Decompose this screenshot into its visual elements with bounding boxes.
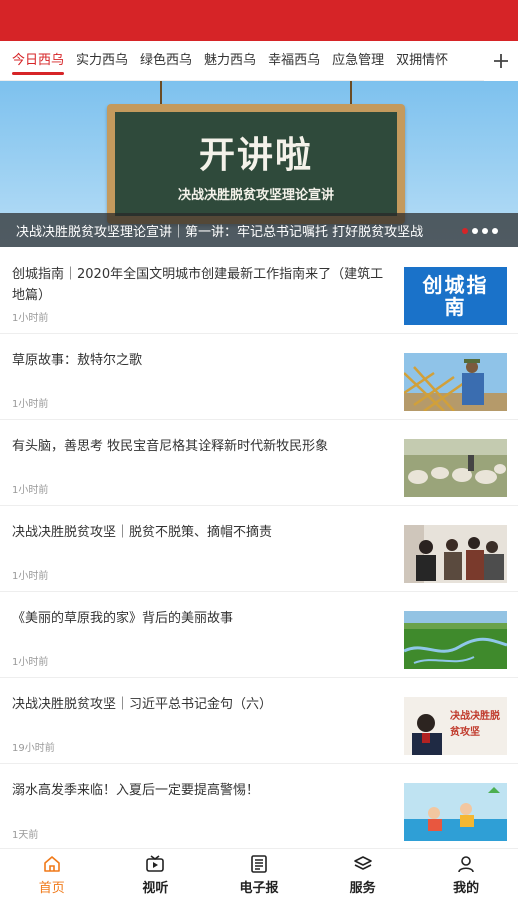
news-title: 决战决胜脱贫攻坚｜习近平总书记金句（六） xyxy=(12,697,273,712)
nav-epaper[interactable]: 电子报 xyxy=(207,849,311,900)
banner-caption: 决战决胜脱贫攻坚理论宣讲｜第一讲：牢记总书记嘱托 打好脱贫攻坚战 xyxy=(0,213,518,247)
tab-today-xiwu[interactable]: 今日西乌 xyxy=(12,42,65,80)
news-thumbnail: 决战决胜脱贫攻坚 xyxy=(404,697,507,755)
banner-board-title: 开讲啦 xyxy=(198,134,313,176)
nav-services[interactable]: 服务 xyxy=(311,849,415,900)
news-time: 19小时前 xyxy=(12,743,55,754)
tab-strength-xiwu[interactable]: 实力西乌 xyxy=(76,42,128,80)
plus-icon[interactable] xyxy=(484,41,518,81)
news-title: 决战决胜脱贫攻坚｜脱贫不脱策、摘帽不摘责 xyxy=(12,525,273,540)
news-time: 1小时前 xyxy=(12,313,49,324)
nav-video-label: 视听 xyxy=(142,881,169,896)
carousel-dot[interactable] xyxy=(462,228,468,234)
carousel-dots xyxy=(462,228,498,234)
news-thumbnail xyxy=(404,783,507,841)
news-item[interactable]: 决战决胜脱贫攻坚｜习近平总书记金句（六） 19小时前 决战决胜脱贫攻坚 xyxy=(0,678,518,764)
thumbnail-text: 决战决胜脱贫攻坚 xyxy=(450,711,500,738)
channel-tabs: 今日西乌 实力西乌 绿色西乌 魅力西乌 幸福西乌 应急管理 双拥情怀 xyxy=(0,41,518,81)
tab-green-xiwu[interactable]: 绿色西乌 xyxy=(140,42,192,80)
news-time: 1小时前 xyxy=(12,399,49,410)
news-list: 创城指南｜2020年全国文明城市创建最新工作指南来了（建筑工地篇） 1小时前 创… xyxy=(0,248,518,850)
nav-home[interactable]: 首页 xyxy=(0,849,104,900)
video-icon xyxy=(145,853,165,875)
news-title: 《美丽的草原我的家》背后的美丽故事 xyxy=(12,611,234,626)
news-thumbnail: 创城指南 xyxy=(404,267,507,325)
news-thumbnail xyxy=(404,525,507,583)
banner-board: 开讲啦 决战决胜脱贫攻坚理论宣讲 xyxy=(107,104,405,224)
nav-video[interactable]: 视听 xyxy=(104,849,208,900)
nav-services-label: 服务 xyxy=(349,881,376,896)
tab-double-support[interactable]: 双拥情怀 xyxy=(396,42,448,80)
news-item[interactable]: 决战决胜脱贫攻坚｜脱贫不脱策、摘帽不摘责 1小时前 xyxy=(0,506,518,592)
news-item[interactable]: 《美丽的草原我的家》背后的美丽故事 1小时前 xyxy=(0,592,518,678)
news-title: 草原故事：敖特尔之歌 xyxy=(12,353,143,368)
news-time: 1小时前 xyxy=(12,571,49,582)
banner-caption-text: 决战决胜脱贫攻坚理论宣讲｜第一讲：牢记总书记嘱托 打好脱贫攻坚战 xyxy=(16,224,424,240)
newspaper-icon xyxy=(250,853,268,875)
banner-carousel[interactable]: 开讲啦 决战决胜脱贫攻坚理论宣讲 决战决胜脱贫攻坚理论宣讲｜第一讲：牢记总书记嘱… xyxy=(0,81,518,247)
news-thumbnail xyxy=(404,353,507,411)
tab-charm-xiwu[interactable]: 魅力西乌 xyxy=(204,42,256,80)
carousel-dot[interactable] xyxy=(482,228,488,234)
nav-mine-label: 我的 xyxy=(453,881,480,896)
home-icon xyxy=(43,853,61,875)
news-title: 有头脑，善思考 牧民宝音尼格其诠释新时代新牧民形象 xyxy=(12,439,329,454)
news-thumbnail xyxy=(404,439,507,497)
carousel-dot[interactable] xyxy=(492,228,498,234)
news-time: 1天前 xyxy=(12,830,39,841)
nav-epaper-label: 电子报 xyxy=(239,881,279,896)
bottom-nav: 首页 视听 电子报 服务 我的 xyxy=(0,848,518,900)
news-item[interactable]: 草原故事：敖特尔之歌 1小时前 xyxy=(0,334,518,420)
tab-emergency[interactable]: 应急管理 xyxy=(332,42,384,80)
banner-board-subtitle: 决战决胜脱贫攻坚理论宣讲 xyxy=(177,187,334,203)
news-time: 1小时前 xyxy=(12,485,49,496)
news-title: 溺水高发季来临！入夏后一定要提高警惕！ xyxy=(12,783,260,798)
tab-happy-xiwu[interactable]: 幸福西乌 xyxy=(268,42,320,80)
news-title: 创城指南｜2020年全国文明城市创建最新工作指南来了（建筑工地篇） xyxy=(12,267,384,303)
news-item[interactable]: 创城指南｜2020年全国文明城市创建最新工作指南来了（建筑工地篇） 1小时前 创… xyxy=(0,248,518,334)
carousel-dot[interactable] xyxy=(472,228,478,234)
nav-mine[interactable]: 我的 xyxy=(414,849,518,900)
layers-icon xyxy=(353,853,373,875)
nav-home-label: 首页 xyxy=(38,881,65,896)
user-icon xyxy=(457,853,475,875)
news-item[interactable]: 溺水高发季来临！入夏后一定要提高警惕！ 1天前 xyxy=(0,764,518,850)
news-item[interactable]: 有头脑，善思考 牧民宝音尼格其诠释新时代新牧民形象 1小时前 xyxy=(0,420,518,506)
news-time: 1小时前 xyxy=(12,657,49,668)
thumbnail-text: 创城指南 xyxy=(422,273,489,319)
status-bar xyxy=(0,0,518,41)
news-thumbnail xyxy=(404,611,507,669)
